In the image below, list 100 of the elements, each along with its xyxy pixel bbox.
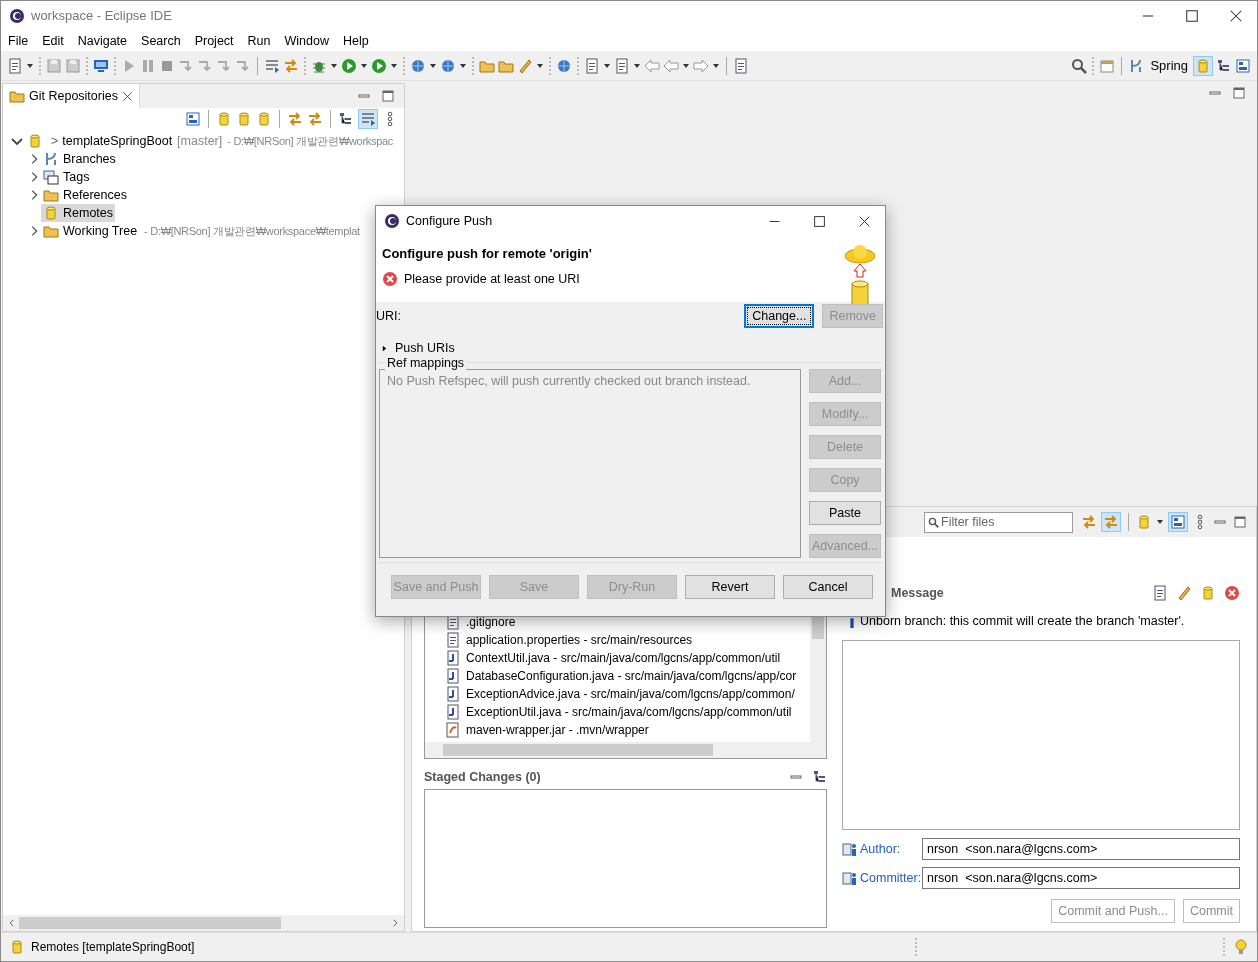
maximize-icon[interactable] <box>1232 514 1248 530</box>
uri-label: URI: <box>376 307 401 325</box>
list-icon[interactable] <box>264 57 280 74</box>
run-icon[interactable] <box>341 57 357 74</box>
maximize-icon[interactable] <box>380 88 396 104</box>
chevron-left-icon[interactable] <box>7 918 17 928</box>
cylinder-icon <box>1195 57 1211 74</box>
menu-item[interactable]: Run <box>240 31 278 51</box>
compare-button[interactable] <box>1101 512 1121 532</box>
changed-file-entry[interactable]: ExceptionUtil.java - src/main/java/com/lgcns/app/common/util <box>445 703 810 721</box>
tree-item[interactable]: Branches <box>41 149 118 169</box>
tree-icon[interactable] <box>812 769 828 785</box>
chevron-right-icon[interactable] <box>390 918 400 928</box>
layout-button[interactable] <box>1168 512 1188 532</box>
change-marker: > <box>51 132 59 150</box>
cylinder-icon <box>43 205 59 221</box>
revert-button[interactable]: Revert <box>685 575 775 599</box>
info-text: Unborn branch: this commit will create the branch 'master'. <box>860 612 1185 630</box>
layout-icon <box>1170 514 1186 530</box>
menu-item[interactable]: Window <box>277 31 336 51</box>
horizontal-scrollbar[interactable] <box>3 915 404 931</box>
pen-icon[interactable] <box>1176 585 1192 601</box>
branch-label: [master] <box>177 132 223 150</box>
window-title: workspace - Eclipse IDE <box>31 7 172 26</box>
menu-item[interactable]: Edit <box>35 31 71 51</box>
cancel-button[interactable]: Cancel <box>783 575 873 599</box>
committer-field[interactable]: nrson <son.nara@lgcns.com> <box>922 867 1240 889</box>
person-icon <box>842 870 858 886</box>
repository-path: - D:₩[NRSon] 개발관련₩workspac <box>227 133 394 149</box>
monitor-icon[interactable] <box>93 57 109 74</box>
filter-field[interactable]: Filter files <box>924 511 1073 533</box>
error-message: Please provide at least one URI <box>404 270 580 288</box>
collapsed-icon <box>380 343 389 353</box>
swap-icon[interactable] <box>287 111 303 127</box>
dialog-heading: Configure push for remote 'origin' <box>382 245 592 263</box>
close-icon[interactable] <box>121 90 133 102</box>
tree-item[interactable]: Tags <box>41 167 92 187</box>
branch-icon <box>43 151 59 167</box>
repository-name[interactable]: templateSpringBoot <box>62 131 173 151</box>
cylinder-icon[interactable] <box>236 111 252 127</box>
menu-item[interactable]: Search <box>134 31 188 51</box>
globe-icon[interactable] <box>410 57 426 74</box>
bulb-icon[interactable] <box>1233 939 1249 955</box>
change-button[interactable]: Change... <box>744 304 815 328</box>
paste-button[interactable]: Paste <box>809 501 881 525</box>
java-file-icon <box>445 686 461 702</box>
working-tree-path: - D:₩[NRSon] 개발관련₩workspace₩templat <box>144 223 360 239</box>
tree-item[interactable]: References <box>41 185 129 205</box>
search-icon <box>928 516 939 528</box>
close-icon[interactable] <box>858 214 871 228</box>
app-logo-icon <box>9 8 25 24</box>
maximize-icon[interactable] <box>1185 9 1199 23</box>
section-title: Staged Changes (0) <box>424 768 541 786</box>
search-icon[interactable] <box>1071 57 1088 74</box>
dialog-title: Configure Push <box>406 212 493 230</box>
menu-item[interactable]: File <box>1 31 36 51</box>
cylinder-icon <box>27 133 43 149</box>
globe-icon[interactable] <box>556 57 572 74</box>
close-icon[interactable] <box>1229 9 1243 23</box>
tree-icon[interactable] <box>338 111 354 127</box>
globe-icon[interactable] <box>440 57 456 74</box>
cylinder-icon[interactable] <box>256 111 272 127</box>
java-file-icon <box>445 704 461 720</box>
changed-file-entry[interactable]: maven-wrapper.jar - .mvn/wrapper <box>445 721 810 739</box>
run-icon[interactable] <box>371 57 387 74</box>
folder-icon <box>9 88 25 104</box>
pen-icon[interactable] <box>517 57 533 74</box>
changed-file-entry[interactable]: application.properties - src/main/resources <box>445 631 810 649</box>
text-file-icon <box>445 632 461 648</box>
swap-icon[interactable] <box>307 111 323 127</box>
person-icon <box>842 841 858 857</box>
jar-file-icon <box>445 722 461 738</box>
committer-label[interactable]: Committer: <box>860 868 922 888</box>
view-tab[interactable]: Git Repositories <box>3 84 140 108</box>
changed-file-entry[interactable]: ExceptionAdvice.java - src/main/java/com/lgcns/app/common/ <box>445 685 810 703</box>
changed-file-entry[interactable]: ContextUtil.java - src/main/java/com/lgcns/app/common/util <box>445 649 810 667</box>
tag-icon <box>43 169 59 185</box>
maximize-icon[interactable] <box>1231 85 1247 101</box>
author-field[interactable]: nrson <son.nara@lgcns.com> <box>922 838 1240 860</box>
swap-icon[interactable] <box>283 57 299 74</box>
perspective-icon[interactable] <box>1216 57 1232 74</box>
section-title: Message <box>891 584 944 602</box>
maximize-icon[interactable] <box>813 214 826 228</box>
menu-item[interactable]: Help <box>335 31 376 51</box>
menu-item[interactable]: Project <box>187 31 241 51</box>
swap-icon <box>1103 514 1119 530</box>
perspective-button[interactable]: Spring <box>1128 55 1190 76</box>
cylinder-icon[interactable] <box>216 111 232 127</box>
collapse-icon[interactable] <box>185 111 201 127</box>
tree-item[interactable]: Remotes <box>41 203 116 223</box>
cylinder-icon <box>9 939 25 955</box>
tree-item[interactable]: Working Tree <box>41 221 140 241</box>
status-text: Remotes [templateSpringBoot] <box>31 939 195 956</box>
swap-icon[interactable] <box>1081 514 1097 530</box>
perspective-icon[interactable] <box>1235 57 1251 74</box>
author-label[interactable]: Author: <box>860 839 922 859</box>
menu-item[interactable]: Navigate <box>70 31 135 51</box>
message-field[interactable] <box>842 640 1240 830</box>
error-icon <box>382 270 398 287</box>
changed-file-entry[interactable]: DatabaseConfiguration.java - src/main/java/com/lgcns/app/cor <box>445 667 810 685</box>
